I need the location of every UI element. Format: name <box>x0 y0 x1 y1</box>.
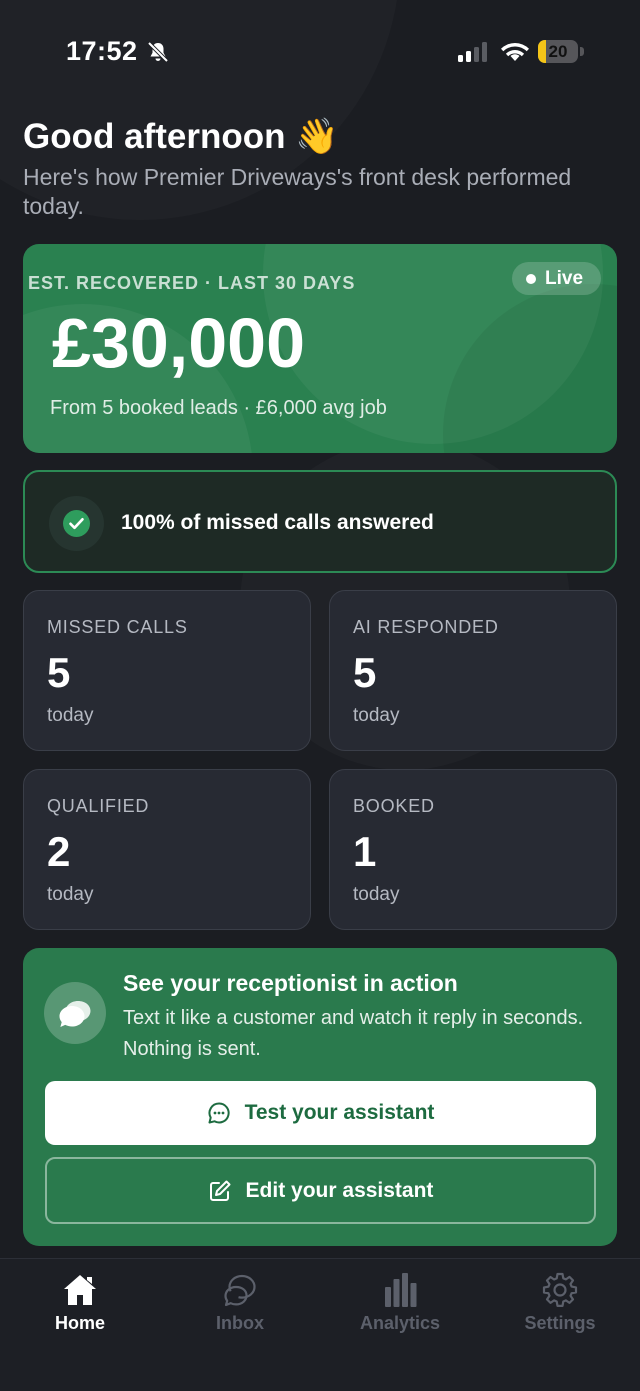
stat-label: QUALIFIED <box>47 796 150 816</box>
stat-card-qualified[interactable]: QUALIFIED 2 today <box>23 769 311 930</box>
edit-assistant-label: Edit your assistant <box>245 1178 434 1202</box>
recovered-subtext: From 5 booked leads · £6,000 avg job <box>50 397 387 419</box>
battery-level: 20 <box>548 42 568 61</box>
cta-title: See your receptionist in action <box>123 970 458 996</box>
test-assistant-label: Test your assistant <box>244 1101 435 1124</box>
tab-label: Home <box>54 1313 105 1333</box>
chat-icon <box>224 1274 256 1307</box>
tab-label: Analytics <box>359 1313 441 1333</box>
stat-value: 5 <box>47 649 71 696</box>
wifi-icon <box>501 42 529 61</box>
stat-period: today <box>47 705 94 726</box>
live-dot-icon <box>526 274 536 284</box>
page-title: Good afternoon 👋 <box>23 117 339 156</box>
edit-icon <box>209 1180 231 1201</box>
stat-label: BOOKED <box>353 796 435 816</box>
tab-home[interactable]: Home <box>0 1259 160 1391</box>
tab-analytics[interactable]: Analytics <box>320 1259 480 1391</box>
test-assistant-button[interactable]: Test your assistant <box>45 1081 596 1145</box>
chat-dots-icon <box>208 1102 230 1124</box>
live-label: Live <box>545 268 584 289</box>
stat-card-booked[interactable]: BOOKED 1 today <box>329 769 617 930</box>
answered-text: 100% of missed calls answered <box>121 511 434 534</box>
tab-settings[interactable]: Settings <box>480 1259 640 1391</box>
recovered-amount: £30,000 <box>52 304 306 382</box>
tab-inbox[interactable]: Inbox <box>160 1259 320 1391</box>
stat-value: 2 <box>47 828 71 875</box>
tab-bar: Home Inbox Analytics Settings <box>0 1258 640 1391</box>
stat-period: today <box>353 705 400 726</box>
chat-bubbles-icon <box>44 982 106 1044</box>
tab-label: Inbox <box>216 1313 264 1333</box>
stat-period: today <box>353 884 400 905</box>
check-circle-icon <box>49 496 104 551</box>
home-icon <box>64 1275 96 1305</box>
stat-value: 5 <box>353 649 377 696</box>
signal-icon <box>458 42 487 62</box>
status-time: 17:52 <box>66 36 138 66</box>
page-subtitle: Here's how Premier Driveways's front des… <box>23 164 572 219</box>
stat-value: 1 <box>353 828 377 875</box>
bell-muted-icon <box>147 41 169 63</box>
stat-card-missed-calls[interactable]: MISSED CALLS 5 today <box>23 590 311 751</box>
battery-icon: 20 <box>538 40 584 63</box>
stat-label: AI RESPONDED <box>353 617 499 637</box>
cta-description: Text it like a customer and watch it rep… <box>123 1007 584 1060</box>
live-badge: Live <box>512 262 601 295</box>
tab-label: Settings <box>524 1313 596 1333</box>
bar-chart-icon <box>385 1273 417 1307</box>
recovered-eyebrow: EST. RECOVERED · LAST 30 DAYS <box>28 273 356 293</box>
gear-icon <box>542 1272 578 1307</box>
missed-calls-answered-banner: 100% of missed calls answered <box>23 470 617 573</box>
stat-period: today <box>47 884 94 905</box>
home-screen: 17:52 20 Good afternoon 👋 Here's how Pre… <box>0 0 640 1391</box>
edit-assistant-button[interactable]: Edit your assistant <box>45 1157 596 1224</box>
stat-label: MISSED CALLS <box>47 617 188 637</box>
receptionist-demo-card: See your receptionist in action Text it … <box>23 948 617 1246</box>
stat-card-ai-responded[interactable]: AI RESPONDED 5 today <box>329 590 617 751</box>
status-bar: 17:52 20 <box>0 0 640 100</box>
